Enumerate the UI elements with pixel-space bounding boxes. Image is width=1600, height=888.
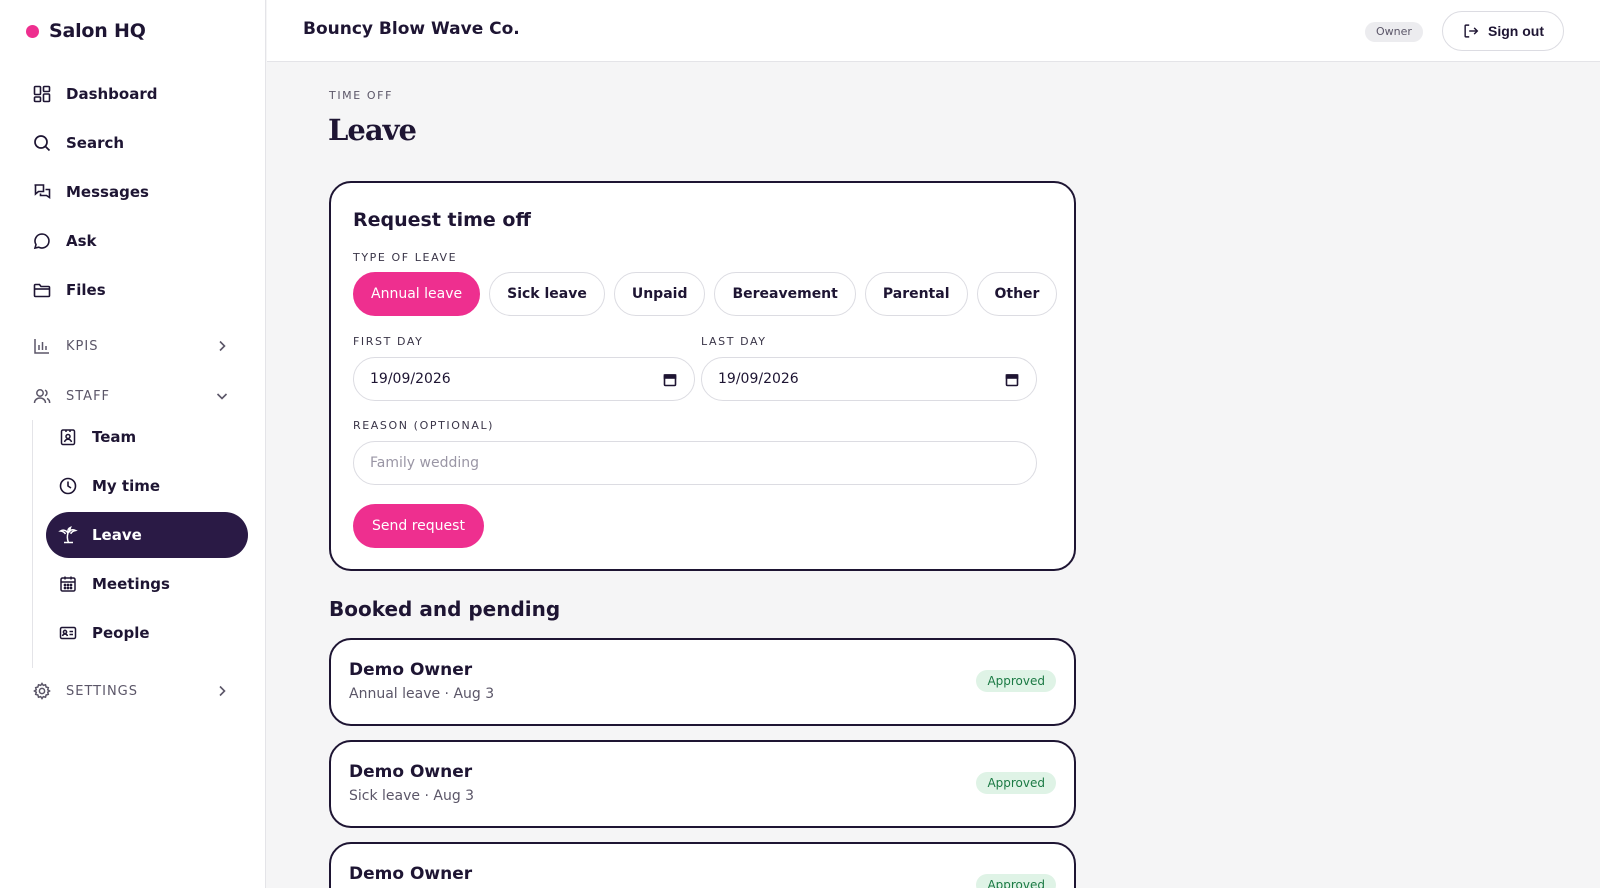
- nav-item-label: Leave: [92, 526, 142, 544]
- dashboard-icon: [33, 85, 51, 103]
- sign-out-button[interactable]: Sign out: [1442, 11, 1564, 51]
- search-icon: [34, 135, 51, 152]
- last-day-value: 19/09/2026: [718, 371, 799, 387]
- nav-section-label: KPIS: [66, 338, 99, 354]
- nav-item-label: Search: [66, 134, 125, 152]
- sign-out-label: Sign out: [1488, 23, 1544, 39]
- status-badge: Approved: [976, 874, 1056, 888]
- chat-bubble-icon: [33, 233, 50, 250]
- bar-chart-icon: [34, 339, 49, 354]
- folder-icon: [33, 283, 51, 298]
- brand-name: Salon HQ: [49, 20, 146, 42]
- sign-out-icon: [1464, 24, 1479, 38]
- chip-parental[interactable]: Parental: [864, 272, 968, 316]
- request-time-off-card: Request time off TYPE OF LEAVE Annual le…: [329, 181, 1076, 571]
- brand-dot-icon: [26, 24, 39, 38]
- nav-item-label: Dashboard: [66, 85, 158, 103]
- leave-entry[interactable]: Demo Owner Annual leave · Aug 3 Approved: [329, 638, 1076, 726]
- chip-other[interactable]: Other: [976, 272, 1058, 316]
- role-badge: Owner: [1365, 22, 1423, 42]
- nav-item-files[interactable]: Files: [22, 268, 248, 312]
- last-day-field[interactable]: 19/09/2026: [701, 357, 1037, 401]
- gear-icon: [33, 682, 51, 700]
- leave-entry[interactable]: Demo Owner Approved: [329, 842, 1076, 888]
- reason-input[interactable]: [353, 441, 1037, 485]
- users-icon: [33, 389, 51, 404]
- leave-entry-name: Demo Owner: [349, 864, 473, 884]
- card-title: Request time off: [353, 209, 531, 231]
- nav-item-team[interactable]: Team: [46, 414, 248, 460]
- nav-item-label: Team: [92, 428, 137, 446]
- page-eyebrow: TIME OFF: [329, 89, 394, 102]
- first-day-value: 19/09/2026: [370, 371, 451, 387]
- status-badge: Approved: [976, 670, 1056, 692]
- nav-section-kpis[interactable]: KPIS: [22, 326, 248, 366]
- id-badge-icon: [60, 429, 76, 446]
- id-card-icon: [59, 626, 77, 640]
- nav-item-search[interactable]: Search: [22, 121, 248, 165]
- leave-entry[interactable]: Demo Owner Sick leave · Aug 3 Approved: [329, 740, 1076, 828]
- booked-section-title: Booked and pending: [329, 597, 561, 621]
- leave-entry-name: Demo Owner: [349, 762, 473, 782]
- nav-item-label: Ask: [66, 232, 97, 250]
- sidebar: Salon HQ Dashboard Search Messages Ask F…: [0, 0, 266, 888]
- nav-item-label: Files: [66, 281, 106, 299]
- first-day-field[interactable]: 19/09/2026: [353, 357, 695, 401]
- nav-item-label: My time: [92, 477, 161, 495]
- nav-item-messages[interactable]: Messages: [22, 170, 248, 214]
- page-title: Leave: [328, 113, 417, 147]
- nav-item-label: People: [92, 624, 150, 642]
- leave-entry-name: Demo Owner: [349, 660, 473, 680]
- chip-bereavement[interactable]: Bereavement: [714, 272, 856, 316]
- calendar-picker-icon[interactable]: [1004, 372, 1020, 388]
- leave-type-label: TYPE OF LEAVE: [353, 251, 458, 264]
- submenu-rail: [32, 420, 33, 668]
- nav-section-label: SETTINGS: [66, 683, 139, 699]
- reason-label: REASON (OPTIONAL): [353, 419, 495, 432]
- status-badge: Approved: [976, 772, 1056, 794]
- first-day-label: FIRST DAY: [353, 335, 424, 348]
- chevron-down-icon: [216, 393, 228, 400]
- leave-type-chips: Annual leave Sick leave Unpaid Bereaveme…: [353, 272, 1058, 316]
- nav-item-leave[interactable]: Leave: [46, 512, 248, 558]
- brand[interactable]: Salon HQ: [26, 20, 146, 42]
- chip-sick-leave[interactable]: Sick leave: [489, 272, 605, 316]
- clock-icon: [59, 477, 77, 495]
- nav-item-my-time[interactable]: My time: [46, 463, 248, 509]
- chip-annual-leave[interactable]: Annual leave: [353, 272, 481, 316]
- calendar-picker-icon[interactable]: [662, 372, 678, 388]
- nav-item-people[interactable]: People: [46, 610, 248, 656]
- send-request-button[interactable]: Send request: [353, 504, 484, 548]
- messages-icon: [34, 184, 51, 199]
- nav-section-label: STAFF: [66, 388, 111, 404]
- nav-item-dashboard[interactable]: Dashboard: [22, 72, 248, 116]
- last-day-label: LAST DAY: [701, 335, 767, 348]
- chevron-right-icon: [219, 685, 226, 697]
- nav-item-label: Meetings: [92, 575, 170, 593]
- nav-item-meetings[interactable]: Meetings: [46, 561, 248, 607]
- palm-tree-icon: [58, 526, 78, 544]
- chevron-right-icon: [219, 340, 226, 352]
- nav-item-label: Messages: [66, 183, 149, 201]
- chip-unpaid[interactable]: Unpaid: [613, 272, 706, 316]
- nav-item-ask[interactable]: Ask: [22, 219, 248, 263]
- calendar-icon: [60, 576, 76, 592]
- leave-entry-meta: Sick leave · Aug 3: [349, 788, 475, 804]
- leave-entry-meta: Annual leave · Aug 3: [349, 686, 495, 702]
- org-name: Bouncy Blow Wave Co.: [303, 19, 520, 39]
- nav-section-settings[interactable]: SETTINGS: [22, 671, 248, 711]
- nav-section-staff[interactable]: STAFF: [22, 376, 248, 416]
- topbar: Bouncy Blow Wave Co. Owner Sign out: [267, 0, 1600, 62]
